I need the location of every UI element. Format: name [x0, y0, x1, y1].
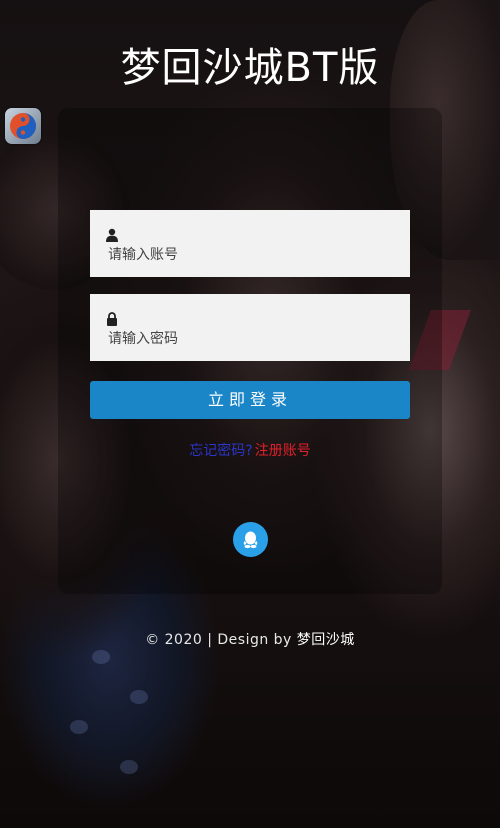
yin-yang-icon[interactable]	[5, 108, 41, 144]
background-pattern-dot	[70, 720, 88, 734]
password-field[interactable]	[90, 294, 410, 361]
footer: © 2020 | Design by 梦回沙城	[0, 630, 500, 650]
footer-copyright: © 2020 | Design by	[145, 632, 297, 648]
account-links: 忘记密码? 注册账号	[0, 441, 500, 461]
account-field[interactable]	[90, 210, 410, 277]
page-title: 梦回沙城BT版	[120, 45, 380, 91]
forgot-password-link[interactable]: 忘记密码?	[189, 443, 252, 459]
lock-icon	[106, 311, 118, 326]
background-pattern-dot	[92, 650, 110, 664]
qq-penguin-icon	[243, 531, 258, 549]
register-link[interactable]: 注册账号	[255, 443, 311, 459]
background-pattern-dot	[120, 760, 138, 774]
qq-login-button[interactable]	[233, 522, 268, 557]
account-input[interactable]	[108, 243, 398, 267]
password-input[interactable]	[108, 327, 398, 351]
login-button[interactable]: 立即登录	[90, 381, 410, 419]
background-pattern-dot	[130, 690, 148, 704]
footer-brand: 梦回沙城	[296, 632, 355, 648]
user-icon	[106, 227, 118, 242]
